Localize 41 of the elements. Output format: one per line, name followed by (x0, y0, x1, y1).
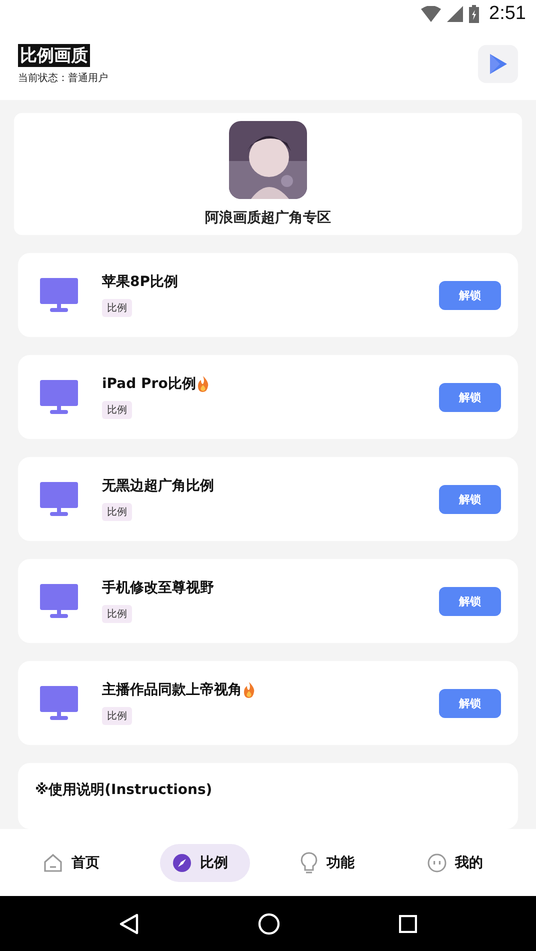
user-status: 当前状态：普通用户 (18, 72, 108, 84)
recents-icon[interactable] (398, 914, 417, 932)
item-title: 主播作品同款上帝视角 (102, 681, 242, 699)
unlock-button[interactable]: 解锁 (439, 688, 501, 718)
item-title: iPad Pro比例 (102, 375, 196, 393)
unlock-button[interactable]: 解锁 (439, 382, 501, 412)
page-title: 比例画质 (18, 44, 90, 66)
monitor-icon (40, 380, 78, 414)
nav-tab[interactable]: 比例 (160, 844, 250, 882)
face-icon (426, 852, 447, 872)
nav-tab[interactable]: 我的 (414, 844, 505, 882)
play-icon (488, 53, 508, 75)
nav-tab[interactable]: 首页 (31, 844, 122, 882)
tag: 比例 (102, 299, 132, 317)
wifi-icon (421, 6, 442, 22)
monitor-icon (40, 482, 78, 516)
home-icon (43, 852, 64, 872)
battery-icon (469, 5, 480, 23)
instructions-title: ※使用说明(Instructions) (35, 782, 212, 798)
unlock-button[interactable]: 解锁 (439, 280, 501, 310)
signal-icon (447, 6, 464, 22)
compass-icon (172, 852, 192, 872)
monitor-icon (40, 584, 78, 618)
unlock-button[interactable]: 解锁 (439, 586, 501, 616)
tag: 比例 (102, 401, 132, 419)
monitor-icon (40, 278, 78, 312)
play-button[interactable] (478, 45, 518, 83)
unlock-button[interactable]: 解锁 (439, 484, 501, 514)
home-button-icon[interactable] (258, 912, 280, 934)
item-title: 无黑边超广角比例 (102, 477, 214, 495)
monitor-icon (40, 686, 78, 720)
clock: 2:51 (489, 3, 526, 25)
tag: 比例 (102, 707, 132, 725)
item-title: 苹果8P比例 (102, 273, 178, 291)
tag: 比例 (102, 503, 132, 521)
banner-title: 阿浪画质超广角专区 (205, 209, 331, 227)
tag: 比例 (102, 605, 132, 623)
back-icon[interactable] (119, 912, 140, 934)
item-title: 手机修改至尊视野 (102, 579, 214, 597)
lightbulb-icon (300, 852, 318, 874)
nav-tab[interactable]: 功能 (288, 842, 376, 882)
